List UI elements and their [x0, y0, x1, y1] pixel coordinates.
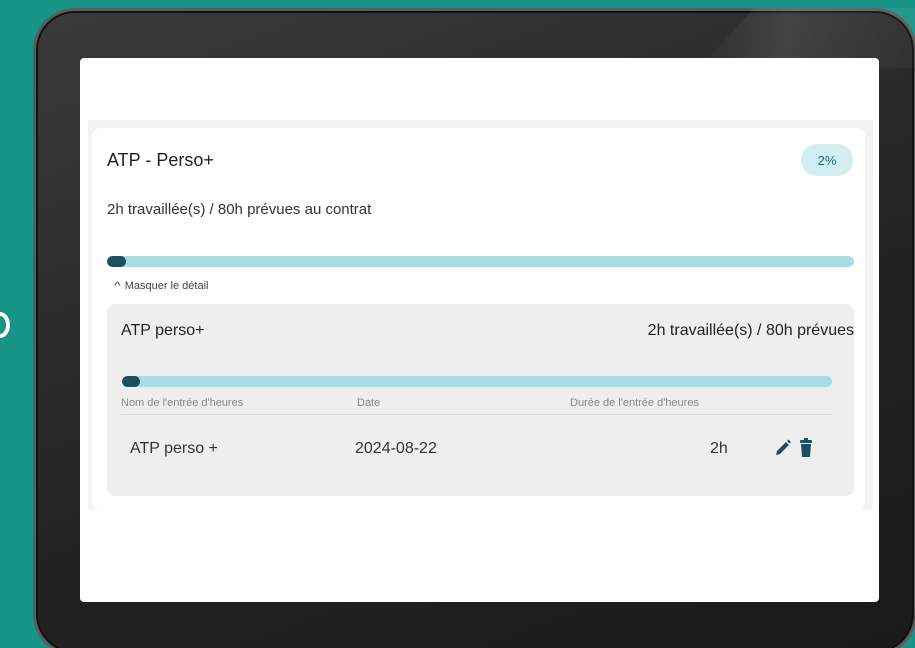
tablet-screen: ATP - Perso+ 2% 2h travaillée(s) / 80h p… — [80, 58, 879, 602]
detail-progress-bar — [122, 376, 832, 387]
hours-summary: 2h travaillée(s) / 80h prévues au contra… — [107, 201, 372, 218]
entry-duration: 2h — [710, 440, 728, 457]
hours-progress-fill — [107, 256, 126, 267]
hours-progress-bar — [107, 256, 854, 267]
detail-title: ATP perso+ — [121, 322, 205, 339]
entry-name: ATP perso + — [130, 440, 218, 457]
column-header-name: Nom de l'entrée d'heures — [121, 397, 244, 409]
card-title: ATP - Perso+ — [107, 150, 214, 170]
detail-hours-summary: 2h travaillée(s) / 80h prévues — [647, 322, 854, 339]
detail-progress-fill — [122, 376, 140, 387]
pencil-icon[interactable] — [774, 438, 792, 458]
entry-date: 2024-08-22 — [355, 440, 437, 457]
column-header-date: Date — [357, 397, 381, 409]
edge-decoration — [0, 312, 10, 338]
column-header-duration: Durée de l'entrée d'heures — [570, 397, 699, 409]
percentage-badge: 2% — [801, 144, 853, 176]
hide-detail-toggle[interactable]: ^ Masquer le détail — [114, 280, 209, 292]
contract-card: ATP - Perso+ 2% 2h travaillée(s) / 80h p… — [92, 128, 865, 510]
trash-icon[interactable] — [797, 438, 815, 458]
hide-detail-label: Masquer le détail — [124, 280, 209, 292]
chevron-up-icon: ^ — [114, 280, 121, 292]
table-divider — [121, 414, 833, 415]
detail-panel: ATP perso+ 2h travaillée(s) / 80h prévue… — [107, 304, 854, 496]
content-area: ATP - Perso+ 2% 2h travaillée(s) / 80h p… — [88, 120, 873, 510]
